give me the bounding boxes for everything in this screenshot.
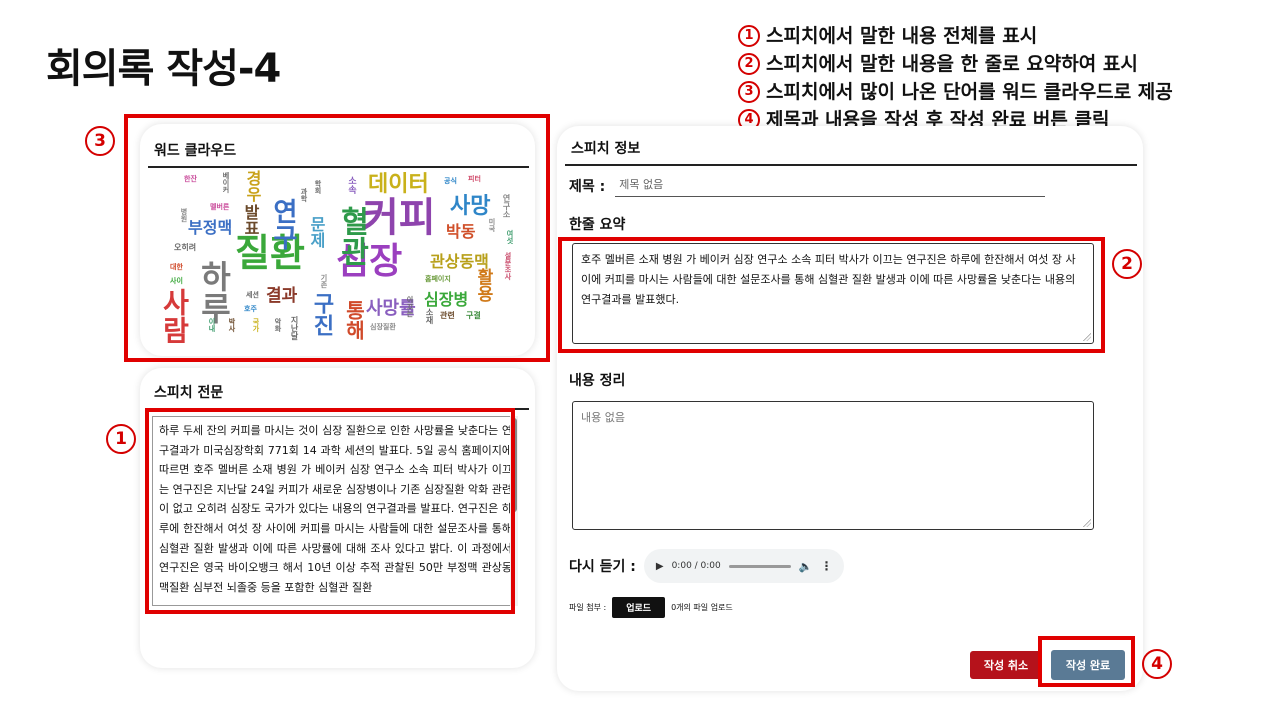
highlight-box-word-cloud xyxy=(124,114,550,362)
resize-grip-icon[interactable] xyxy=(1083,519,1091,527)
instruction-item: 3 스피치에서 많이 나온 단어를 워드 클라우드로 제공 xyxy=(738,78,1173,106)
instruction-list: 1 스피치에서 말한 내용 전체를 표시 2 스피치에서 말한 내용을 한 줄로… xyxy=(738,22,1173,134)
attach-label: 파일 첨부 : xyxy=(569,603,607,612)
marker-1-badge: 1 xyxy=(106,424,136,454)
speech-info-title: 스피치 정보 xyxy=(565,138,1137,166)
subject-input[interactable]: 제목 없음 xyxy=(615,174,1046,197)
audio-player[interactable]: ▶ 0:00 / 0:00 🔈 ⋮ xyxy=(643,549,845,583)
content-placeholder: 내용 없음 xyxy=(581,411,625,424)
highlight-box-speech-text xyxy=(145,408,515,614)
listen-row: 다시 듣기 : ▶ 0:00 / 0:00 🔈 ⋮ xyxy=(569,549,845,583)
highlight-box-summary xyxy=(558,237,1105,353)
step-number-badge: 1 xyxy=(738,25,760,47)
instruction-item: 2 스피치에서 말한 내용을 한 줄로 요약하여 표시 xyxy=(738,50,1173,78)
cancel-button[interactable]: 작성 취소 xyxy=(970,651,1042,679)
speech-info-card: 스피치 정보 제목 : 제목 없음 한줄 요약 호주 멜버른 소재 병원 가 베… xyxy=(557,126,1143,691)
speech-text-title: 스피치 전문 xyxy=(148,382,529,410)
upload-count: 0개의 파일 업로드 xyxy=(671,603,733,612)
marker-4-badge: 4 xyxy=(1142,649,1172,679)
highlight-box-complete xyxy=(1038,636,1135,687)
content-textarea[interactable]: 내용 없음 xyxy=(572,401,1094,530)
step-number-badge: 3 xyxy=(738,81,760,103)
volume-icon[interactable]: 🔈 xyxy=(799,560,813,573)
instruction-text: 스피치에서 말한 내용 전체를 표시 xyxy=(766,25,1038,47)
play-icon[interactable]: ▶ xyxy=(656,561,664,572)
more-options-icon[interactable]: ⋮ xyxy=(820,559,832,573)
attach-row: 파일 첨부 : 업로드 0개의 파일 업로드 xyxy=(569,597,733,618)
audio-time: 0:00 / 0:00 xyxy=(671,561,721,571)
marker-2-badge: 2 xyxy=(1112,249,1142,279)
upload-button[interactable]: 업로드 xyxy=(612,597,666,618)
instruction-item: 1 스피치에서 말한 내용 전체를 표시 xyxy=(738,22,1173,50)
audio-progress-bar[interactable] xyxy=(728,564,791,568)
instruction-text: 스피치에서 말한 내용을 한 줄로 요약하여 표시 xyxy=(766,53,1138,75)
subject-row: 제목 : 제목 없음 xyxy=(569,174,1046,197)
summary-label: 한줄 요약 xyxy=(569,217,626,233)
page-title: 회의록 작성-4 xyxy=(46,46,281,92)
marker-3-badge: 3 xyxy=(85,126,115,156)
subject-label: 제목 : xyxy=(569,178,606,195)
instruction-text: 스피치에서 많이 나온 단어를 워드 클라우드로 제공 xyxy=(766,81,1173,103)
step-number-badge: 2 xyxy=(738,53,760,75)
content-label: 내용 정리 xyxy=(569,373,626,389)
listen-label: 다시 듣기 : xyxy=(569,559,636,575)
